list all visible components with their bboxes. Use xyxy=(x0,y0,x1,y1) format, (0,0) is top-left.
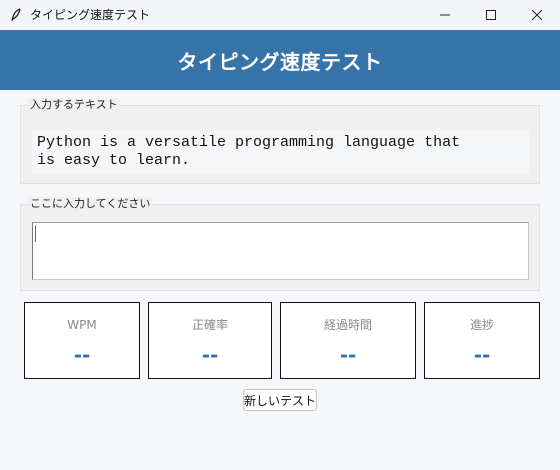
text-caret xyxy=(35,225,36,242)
maximize-button[interactable] xyxy=(468,0,514,30)
minimize-icon xyxy=(439,6,451,25)
accuracy-card: 正確率 -- xyxy=(148,302,272,379)
close-button[interactable] xyxy=(514,0,560,30)
target-text-group: 入力するテキスト Python is a versatile programmi… xyxy=(20,98,540,184)
wpm-label: WPM xyxy=(67,318,97,332)
target-text-label: 入力するテキスト xyxy=(28,98,120,112)
input-group: ここに入力してください xyxy=(20,197,540,291)
feather-icon xyxy=(8,7,24,23)
close-icon xyxy=(531,6,543,25)
accuracy-value: -- xyxy=(201,343,219,367)
progress-label: 進捗 xyxy=(469,318,494,332)
page-title: タイピング速度テスト xyxy=(177,49,383,74)
elapsed-time-card: 経過時間 -- xyxy=(280,302,416,379)
maximize-icon xyxy=(485,6,497,25)
input-label: ここに入力してください xyxy=(28,197,153,211)
app-header: タイピング速度テスト xyxy=(0,30,560,90)
wpm-card: WPM -- xyxy=(24,302,140,379)
wpm-value: -- xyxy=(73,343,91,367)
elapsed-time-label: 経過時間 xyxy=(323,318,372,332)
title-bar: タイピング速度テスト xyxy=(0,0,560,30)
window-title: タイピング速度テスト xyxy=(30,8,151,22)
new-test-button[interactable]: 新しいテスト xyxy=(243,389,317,411)
elapsed-time-value: -- xyxy=(339,343,357,367)
accuracy-label: 正確率 xyxy=(191,318,228,332)
typing-input[interactable] xyxy=(32,222,529,280)
target-text: Python is a versatile programming langua… xyxy=(32,131,529,174)
minimize-button[interactable] xyxy=(422,0,468,30)
progress-card: 進捗 -- xyxy=(424,302,540,379)
progress-value: -- xyxy=(473,343,491,367)
